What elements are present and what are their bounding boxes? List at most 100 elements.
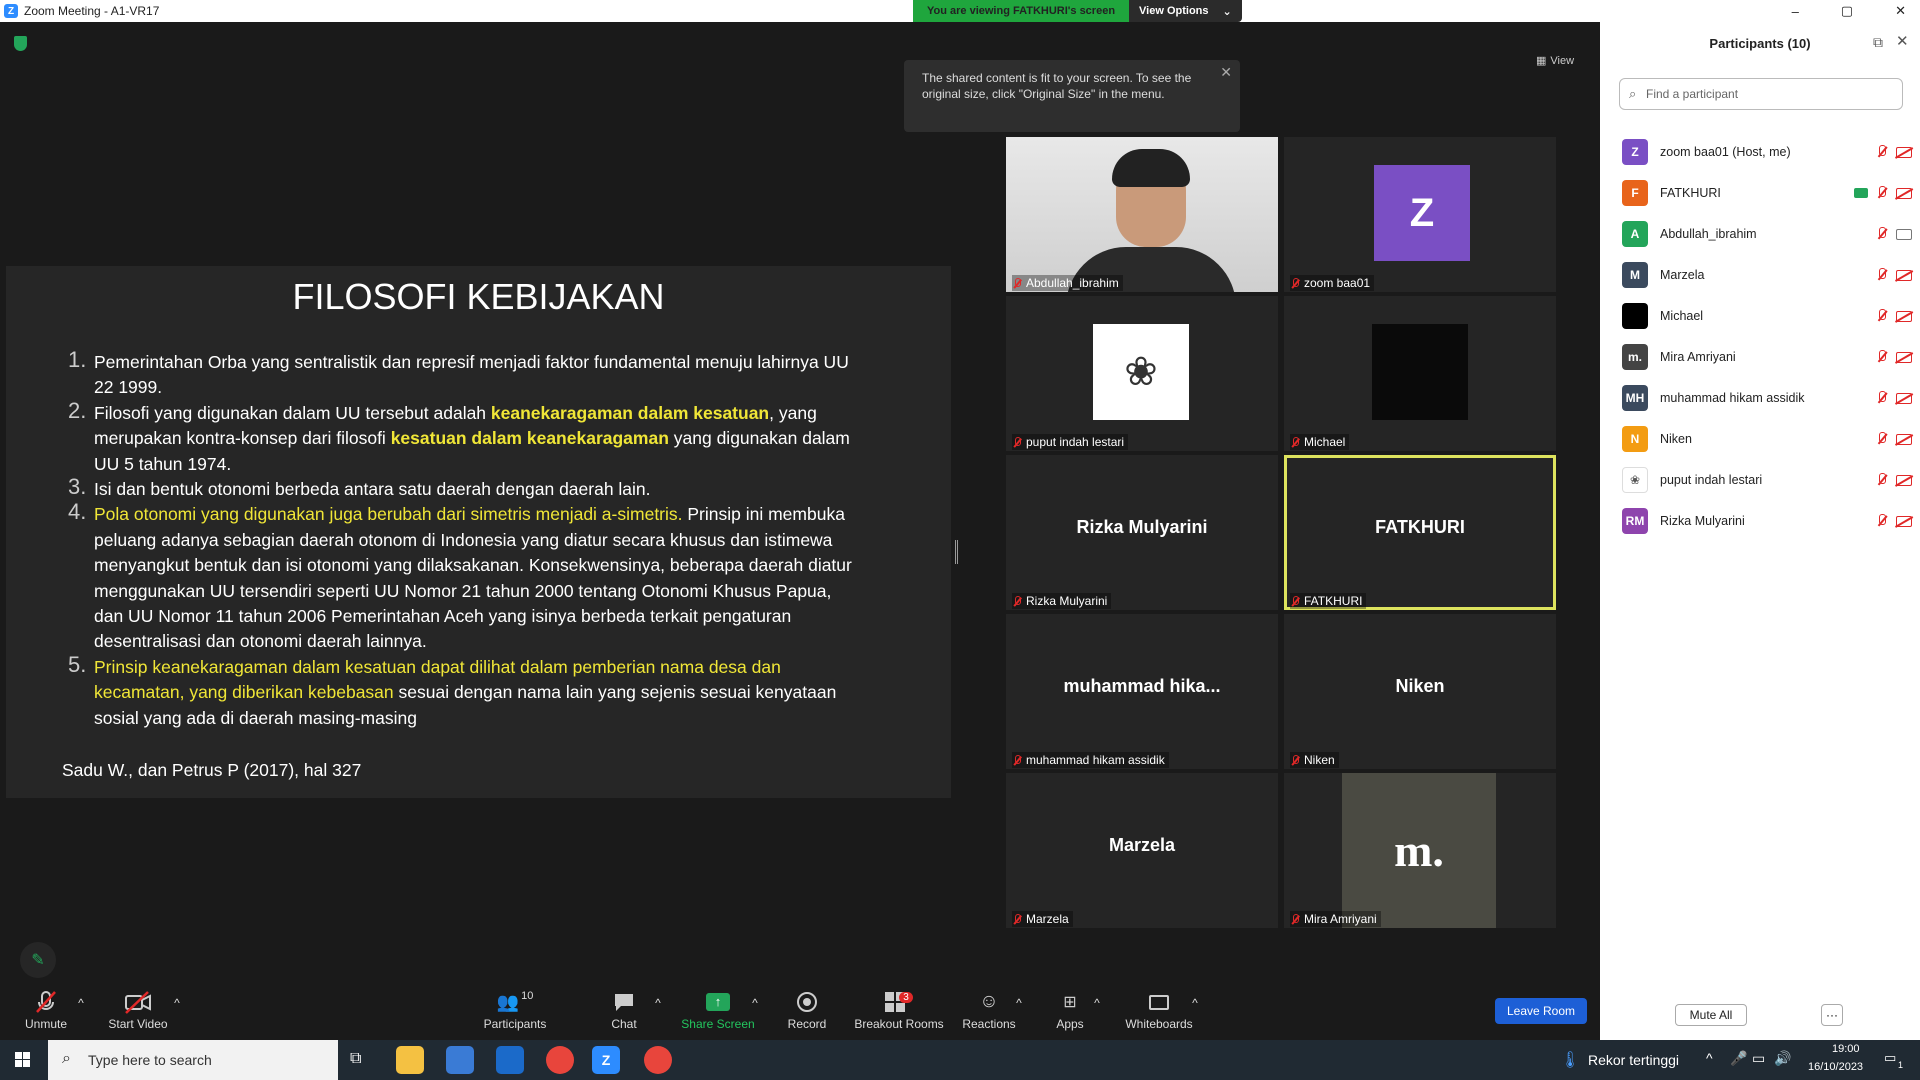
video-options-caret[interactable]: ^ xyxy=(170,996,184,1010)
video-tile-niken[interactable]: Niken Niken xyxy=(1284,614,1556,769)
chat-button[interactable]: Chat xyxy=(602,990,646,1031)
microphone-muted-icon[interactable] xyxy=(1876,391,1888,405)
microphone-muted-icon[interactable] xyxy=(1876,514,1888,528)
video-tile-zoom[interactable]: Zzoom baa01 xyxy=(1284,137,1556,292)
chrome-icon[interactable] xyxy=(546,1046,574,1074)
video-tile-abdullah[interactable]: Abdullah_ibrahim xyxy=(1006,137,1278,292)
whiteboards-button[interactable]: Whiteboards xyxy=(1124,990,1194,1031)
microphone-muted-icon[interactable] xyxy=(1876,186,1888,200)
apps-options-caret[interactable]: ^ xyxy=(1090,996,1104,1010)
clock-date[interactable]: 16/10/2023 xyxy=(1808,1061,1863,1073)
video-tile-michael[interactable]: Michael xyxy=(1284,296,1556,451)
windows-taskbar: ⌕ Type here to search ⧉ Z 🌡 Rekor tertin… xyxy=(0,1040,1920,1080)
video-camera-off-icon[interactable] xyxy=(1896,392,1912,404)
participant-row[interactable]: Michael xyxy=(1622,300,1912,332)
microphone-muted-icon[interactable] xyxy=(1876,268,1888,282)
participant-row[interactable]: N Niken xyxy=(1622,423,1912,455)
participant-avatar: m. xyxy=(1622,344,1648,370)
zoom-taskbar-icon[interactable]: Z xyxy=(592,1046,620,1074)
microphone-muted-icon[interactable] xyxy=(1876,473,1888,487)
microphone-muted-icon[interactable] xyxy=(1876,309,1888,323)
share-options-caret[interactable]: ^ xyxy=(748,996,762,1010)
participant-name: muhammad hikam assidik xyxy=(1660,391,1805,405)
participant-row[interactable]: RM Rizka Mulyarini xyxy=(1622,505,1912,537)
participant-row[interactable]: M Marzela xyxy=(1622,259,1912,291)
whiteboards-options-caret[interactable]: ^ xyxy=(1188,996,1202,1010)
mute-all-button[interactable]: Mute All xyxy=(1675,1004,1747,1026)
close-panel-icon[interactable]: ✕ xyxy=(1896,32,1909,50)
minimize-icon[interactable]: – xyxy=(1792,4,1799,19)
leave-room-button[interactable]: Leave Room xyxy=(1495,998,1587,1024)
video-camera-off-icon[interactable] xyxy=(1896,187,1912,199)
view-button[interactable]: ▦ View xyxy=(1536,54,1574,68)
weather-text[interactable]: Rekor tertinggi xyxy=(1588,1052,1679,1068)
video-camera-off-icon[interactable] xyxy=(1896,515,1912,527)
microphone-muted-icon[interactable] xyxy=(1876,432,1888,446)
notification-icon[interactable]: ▭ xyxy=(1884,1050,1896,1066)
video-camera-icon[interactable] xyxy=(1896,228,1912,240)
microphone-muted-icon[interactable] xyxy=(1876,145,1888,159)
unmute-button[interactable]: Unmute xyxy=(22,990,70,1031)
video-camera-off-icon[interactable] xyxy=(1896,269,1912,281)
participant-row[interactable]: MH muhammad hikam assidik xyxy=(1622,382,1912,414)
video-camera-off-icon[interactable] xyxy=(1896,310,1912,322)
video-tile-mira[interactable]: m. Mira Amriyani xyxy=(1284,773,1556,928)
participant-row[interactable]: ❀ puput indah lestari xyxy=(1622,464,1912,496)
security-shield-icon[interactable] xyxy=(14,36,27,51)
windows-start-icon[interactable] xyxy=(15,1052,30,1067)
participant-row[interactable]: F FATKHURI xyxy=(1622,177,1912,209)
video-camera-off-icon[interactable] xyxy=(1896,351,1912,363)
view-options-button[interactable]: View Options ⌄ xyxy=(1129,0,1242,22)
video-camera-off-icon[interactable] xyxy=(1896,433,1912,445)
chat-options-caret[interactable]: ^ xyxy=(651,996,665,1010)
close-icon[interactable]: ✕ xyxy=(1220,64,1232,80)
participant-row[interactable]: A Abdullah_ibrahim xyxy=(1622,218,1912,250)
participant-avatar: MH xyxy=(1622,385,1648,411)
reactions-button[interactable]: ☺ Reactions xyxy=(962,990,1016,1031)
taskbar-search-box[interactable]: ⌕ Type here to search xyxy=(48,1040,338,1080)
file-explorer-icon[interactable] xyxy=(396,1046,424,1074)
microphone-muted-icon[interactable] xyxy=(1876,350,1888,364)
microphone-muted-icon[interactable] xyxy=(1876,227,1888,241)
participant-name: Niken xyxy=(1660,432,1692,446)
more-options-button[interactable]: ··· xyxy=(1821,1004,1843,1026)
clock-time[interactable]: 19:00 xyxy=(1832,1043,1860,1055)
apps-button[interactable]: ⊞ Apps xyxy=(1054,990,1086,1031)
video-camera-off-icon[interactable] xyxy=(1896,474,1912,486)
video-tile-fatkhuri[interactable]: FATKHURI FATKHURI xyxy=(1284,455,1556,610)
split-resize-handle[interactable] xyxy=(955,540,958,564)
close-window-icon[interactable]: ✕ xyxy=(1895,3,1906,19)
mail-icon[interactable] xyxy=(496,1046,524,1074)
audio-options-caret[interactable]: ^ xyxy=(74,996,88,1010)
video-camera-off-icon[interactable] xyxy=(1896,146,1912,158)
pop-out-icon[interactable]: ⧉ xyxy=(1873,34,1883,51)
network-icon[interactable]: ▭ xyxy=(1752,1050,1765,1067)
tray-chevron-icon[interactable]: ^ xyxy=(1706,1050,1713,1066)
participant-row[interactable]: m. Mira Amriyani xyxy=(1622,341,1912,373)
record-button[interactable]: Record xyxy=(784,990,830,1031)
start-video-button[interactable]: Start Video xyxy=(106,990,170,1031)
profile-picture: m. xyxy=(1342,773,1496,928)
task-view-icon[interactable]: ⧉ xyxy=(350,1050,361,1068)
annotate-pencil-icon[interactable]: ✎ xyxy=(20,942,56,978)
video-tile-rizka[interactable]: Rizka Mulyarini Rizka Mulyarini xyxy=(1006,455,1278,610)
share-screen-button[interactable]: ↑ Share Screen xyxy=(680,990,756,1031)
microsoft-store-icon[interactable] xyxy=(446,1046,474,1074)
reactions-options-caret[interactable]: ^ xyxy=(1012,996,1026,1010)
display-name: Niken xyxy=(1395,676,1445,696)
restore-icon[interactable]: ▢ xyxy=(1841,3,1853,19)
participant-search-input[interactable]: ⌕ Find a participant xyxy=(1619,78,1903,110)
video-tile-marzela[interactable]: Marzela Marzela xyxy=(1006,773,1278,928)
video-tile-hikam[interactable]: muhammad hika... muhammad hikam assidik xyxy=(1006,614,1278,769)
participant-name: FATKHURI xyxy=(1660,186,1721,200)
microphone-icon[interactable]: 🎤 xyxy=(1730,1050,1747,1067)
participants-button[interactable]: 👥 10 Participants xyxy=(482,990,548,1031)
slide-list-number: 2. xyxy=(68,397,87,423)
video-tile-puput[interactable]: ❀ puput indah lestari xyxy=(1006,296,1278,451)
breakout-rooms-button[interactable]: 3 Breakout Rooms xyxy=(852,990,946,1031)
tile-label: Mira Amriyani xyxy=(1290,911,1381,927)
volume-icon[interactable]: 🔊 xyxy=(1774,1050,1791,1067)
participant-row[interactable]: Zzoom baa01 (Host, me) xyxy=(1622,136,1912,168)
apps-icon: ⊞ xyxy=(1063,994,1077,1011)
chrome-profile-icon[interactable] xyxy=(644,1046,672,1074)
